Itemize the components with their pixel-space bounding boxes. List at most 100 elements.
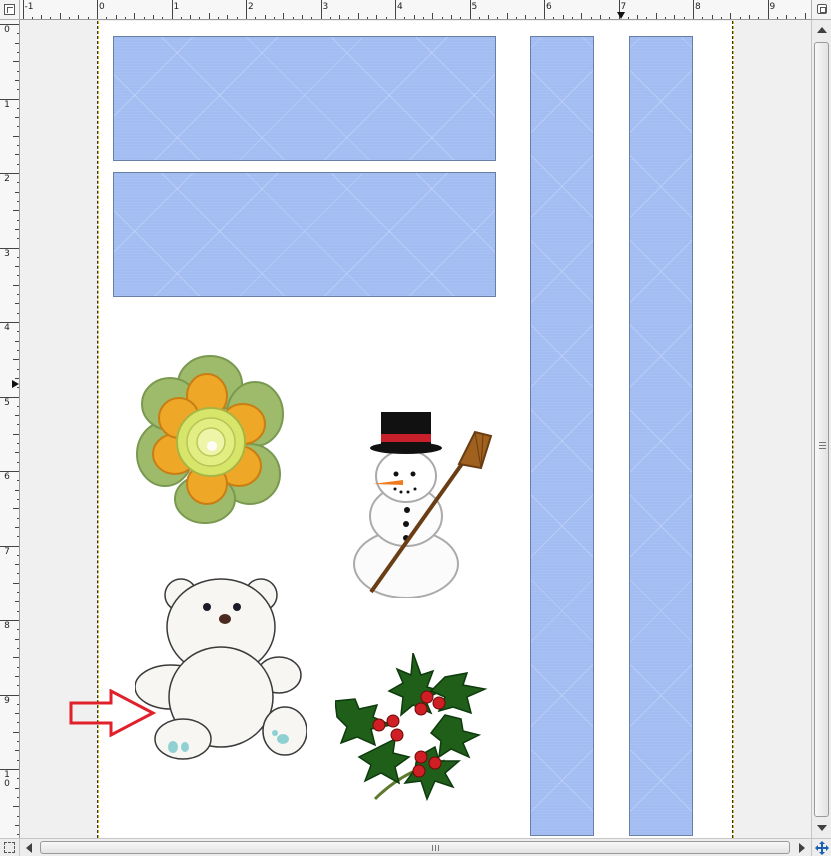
red-arrow-icon xyxy=(69,689,157,737)
blue-strip-left[interactable] xyxy=(530,36,594,836)
ruler-pointer-marker xyxy=(12,380,19,388)
grip-icon xyxy=(819,441,826,449)
ruler-minor-tick xyxy=(506,13,508,19)
ruler-label: 6 xyxy=(546,2,552,12)
ruler-minor-tick xyxy=(292,17,294,19)
ruler-major-tick xyxy=(469,0,471,19)
canvas-area[interactable] xyxy=(21,21,809,838)
blue-strip-right[interactable] xyxy=(629,36,693,836)
ruler-minor-tick xyxy=(376,15,378,19)
ruler-label: 9 xyxy=(4,695,10,706)
vertical-scroll-thumb[interactable] xyxy=(814,42,829,817)
ruler-origin-button[interactable] xyxy=(0,0,20,20)
ruler-minor-tick xyxy=(646,17,648,19)
ruler-minor-tick xyxy=(488,15,490,19)
ruler-minor-tick xyxy=(609,17,611,19)
ruler-major-tick xyxy=(0,545,19,547)
horizontal-scrollbar[interactable] xyxy=(20,838,811,856)
ruler-minor-tick xyxy=(17,368,19,370)
vertical-scrollbar[interactable] xyxy=(811,20,831,838)
zoom-fit-icon xyxy=(817,4,827,14)
flower-icon[interactable] xyxy=(135,354,285,526)
zoom-fit-button[interactable] xyxy=(811,0,831,20)
ruler-minor-tick xyxy=(15,117,19,119)
blue-banner-top[interactable] xyxy=(113,36,496,161)
ruler-minor-tick xyxy=(655,13,657,19)
ruler-minor-tick xyxy=(17,741,19,743)
ruler-minor-tick xyxy=(106,17,108,19)
ruler-major-tick xyxy=(0,98,19,100)
ruler-minor-tick xyxy=(17,126,19,128)
ruler-minor-tick xyxy=(17,219,19,221)
ruler-minor-tick xyxy=(13,61,19,63)
ruler-minor-tick xyxy=(17,163,19,165)
ruler-minor-tick xyxy=(674,15,676,19)
scroll-right-icon[interactable] xyxy=(799,843,805,853)
ruler-minor-tick xyxy=(17,70,19,72)
ruler-minor-tick xyxy=(190,15,192,19)
ruler-minor-tick xyxy=(804,13,806,19)
ruler-minor-tick xyxy=(15,489,19,491)
ruler-minor-tick xyxy=(227,15,229,19)
ruler-minor-tick xyxy=(17,294,19,296)
ruler-minor-tick xyxy=(255,17,257,19)
ruler-minor-tick xyxy=(17,573,19,575)
ruler-minor-tick xyxy=(15,415,19,417)
ruler-minor-tick xyxy=(17,796,19,798)
ruler-minor-tick xyxy=(17,610,19,612)
dashed-selection-icon xyxy=(4,842,15,853)
teddy-bear-icon[interactable] xyxy=(135,569,307,763)
ruler-minor-tick xyxy=(17,238,19,240)
ruler-minor-tick xyxy=(13,284,19,286)
ruler-label: 0 xyxy=(99,2,105,12)
scroll-left-icon[interactable] xyxy=(26,843,32,853)
ruler-label: 0 xyxy=(4,25,10,35)
ruler-major-tick xyxy=(0,471,19,472)
ruler-minor-tick xyxy=(17,666,19,668)
ruler-minor-tick xyxy=(17,629,19,631)
ruler-minor-tick xyxy=(15,377,19,379)
horizontal-ruler[interactable]: -1 0 1 2 3 4 5 6 7 8 9 xyxy=(20,0,811,20)
scroll-down-icon[interactable] xyxy=(817,825,827,831)
horizontal-scroll-thumb[interactable] xyxy=(40,841,790,854)
ruler-minor-tick xyxy=(367,17,369,19)
ruler-minor-tick xyxy=(15,228,19,230)
ruler-minor-tick xyxy=(15,79,19,81)
ruler-major-tick xyxy=(320,0,322,19)
ruler-label: 1 xyxy=(4,99,10,110)
ruler-minor-tick xyxy=(13,135,19,137)
navigate-button[interactable] xyxy=(811,838,831,856)
ruler-label: 4 xyxy=(397,2,403,12)
ruler-minor-tick xyxy=(15,713,19,715)
snowman-icon[interactable] xyxy=(351,406,493,598)
ruler-minor-tick xyxy=(301,15,303,19)
vertical-ruler[interactable]: 0 1 2 3 4 5 6 7 8 9 10 xyxy=(0,20,20,838)
ruler-minor-tick xyxy=(15,824,19,826)
ruler-major-tick xyxy=(0,173,19,174)
holly-icon[interactable] xyxy=(335,653,489,803)
ruler-minor-tick xyxy=(15,266,19,268)
ruler-minor-tick xyxy=(87,17,89,19)
ruler-minor-tick xyxy=(15,675,19,677)
ruler-minor-tick xyxy=(15,787,19,789)
ruler-major-tick xyxy=(0,24,19,25)
ruler-minor-tick xyxy=(404,17,406,19)
ruler-minor-tick xyxy=(17,312,19,314)
ruler-label: 1 xyxy=(173,2,180,12)
ruler-minor-tick xyxy=(41,15,43,19)
ruler-minor-tick xyxy=(15,564,19,566)
ruler-minor-tick xyxy=(15,42,19,44)
ruler-label: 3 xyxy=(322,2,329,12)
ruler-minor-tick xyxy=(15,601,19,603)
selection-toggle-button[interactable] xyxy=(0,838,20,856)
ruler-minor-tick xyxy=(17,145,19,147)
scroll-up-icon[interactable] xyxy=(817,27,827,33)
ruler-minor-tick xyxy=(208,13,210,19)
ruler-minor-tick xyxy=(711,15,713,19)
ruler-minor-tick xyxy=(311,17,313,19)
ruler-minor-tick xyxy=(460,17,462,19)
ruler-minor-tick xyxy=(13,508,19,510)
blue-banner-middle[interactable] xyxy=(113,172,496,297)
ruler-minor-tick xyxy=(162,17,164,19)
ruler-minor-tick xyxy=(13,210,19,212)
